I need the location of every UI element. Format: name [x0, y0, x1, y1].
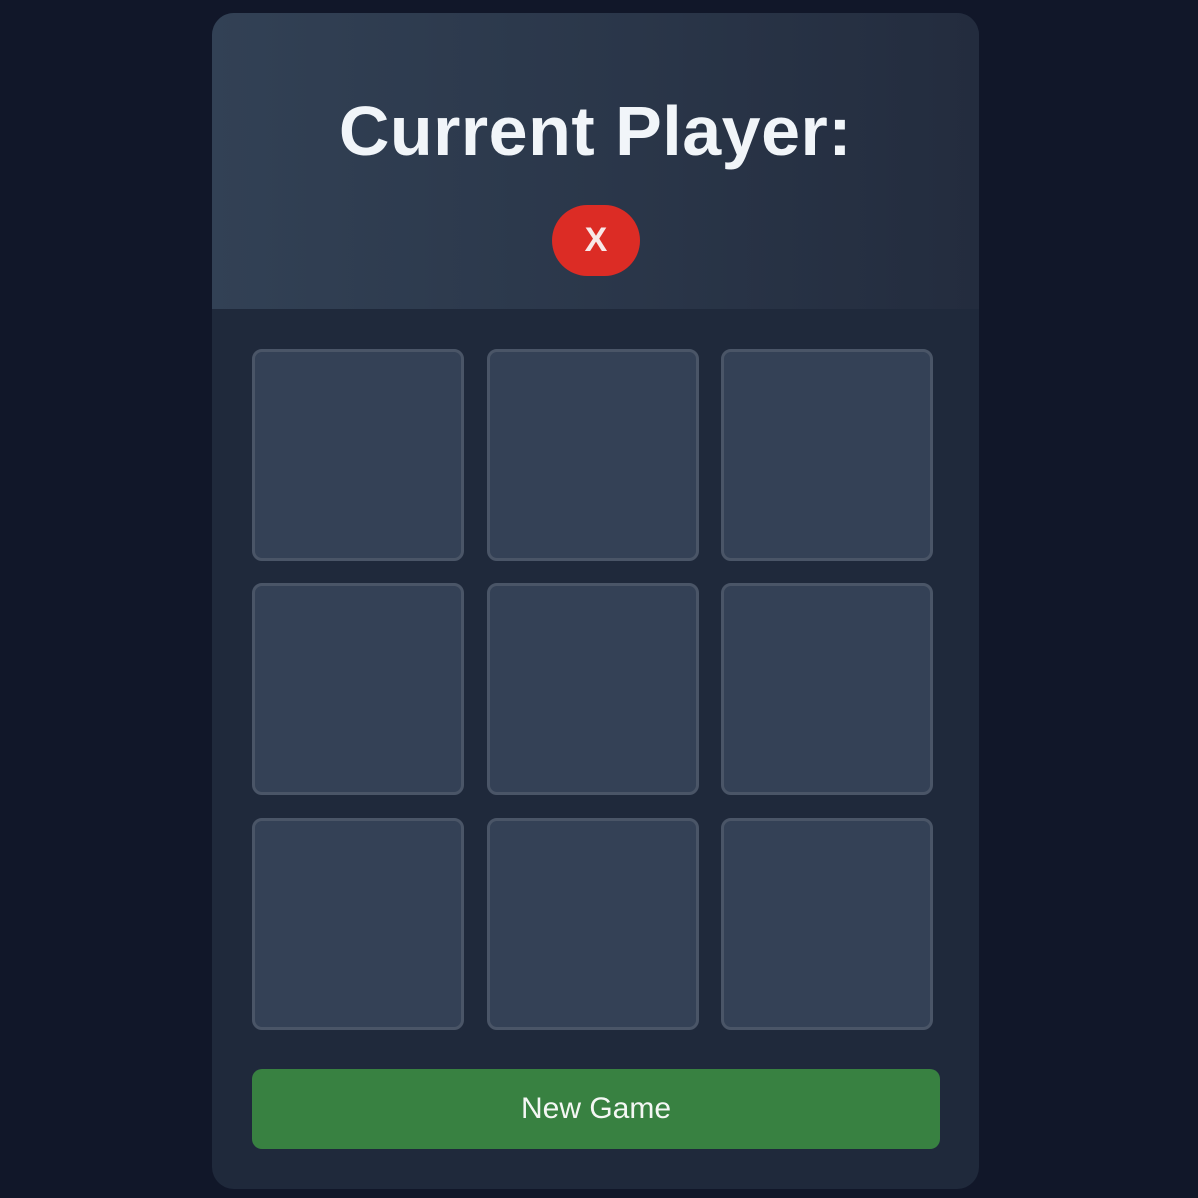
game-card: Current Player: X New Game [212, 13, 979, 1189]
new-game-button[interactable]: New Game [252, 1069, 940, 1149]
board-cell[interactable] [721, 583, 933, 795]
game-header: Current Player: X [212, 13, 979, 309]
board-cell[interactable] [487, 583, 699, 795]
current-player-title: Current Player: [338, 92, 853, 170]
board-cell[interactable] [487, 349, 699, 561]
current-player-badge: X [552, 205, 640, 276]
board-cell[interactable] [252, 349, 464, 561]
board-cell[interactable] [252, 583, 464, 795]
game-board [252, 349, 940, 1037]
board-cell[interactable] [487, 818, 699, 1030]
board-cell[interactable] [721, 349, 933, 561]
board-cell[interactable] [252, 818, 464, 1030]
board-cell[interactable] [721, 818, 933, 1030]
